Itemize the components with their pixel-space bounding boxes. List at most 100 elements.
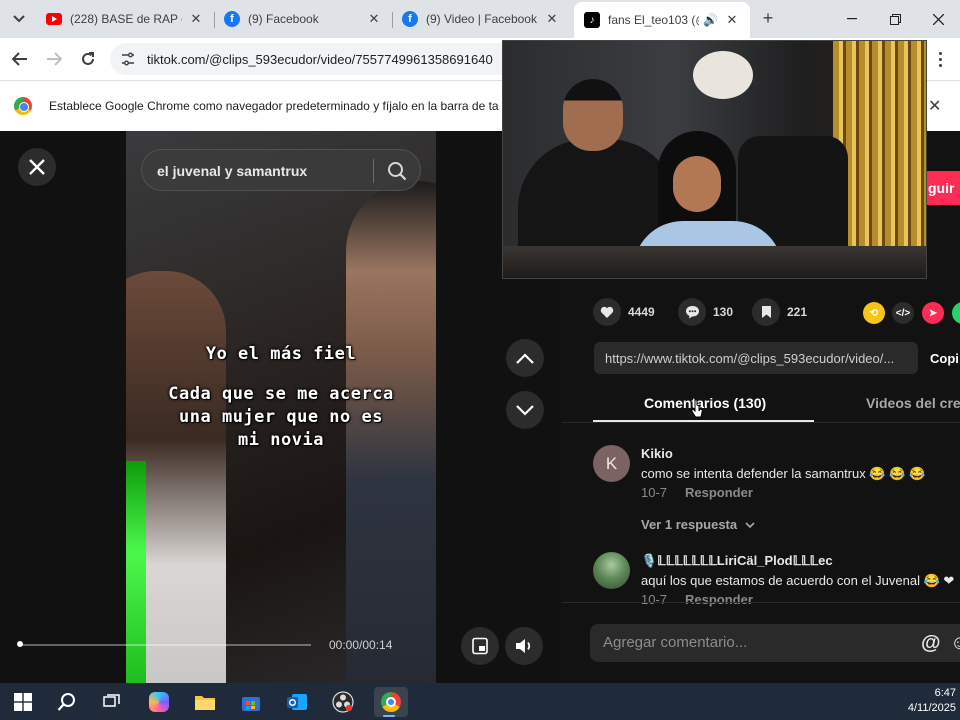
emoji-icon[interactable]: ☺	[950, 632, 960, 655]
obs-icon	[332, 691, 354, 713]
close-tab-icon[interactable]: ✕	[724, 12, 740, 28]
comment-username[interactable]: Kikio	[641, 446, 673, 461]
youtube-icon	[46, 13, 62, 25]
restore-icon	[889, 13, 901, 25]
bookmark-icon[interactable]	[752, 298, 780, 326]
embed-icon[interactable]: </>	[892, 302, 914, 324]
floating-player-button[interactable]	[461, 627, 499, 665]
reload-button[interactable]	[76, 47, 100, 71]
avatar[interactable]	[593, 552, 630, 589]
chrome-icon	[381, 692, 401, 712]
tab-youtube[interactable]: (228) BASE de RAP con ✕	[36, 4, 214, 34]
comment-date: 10-7	[641, 485, 668, 500]
tab-comments[interactable]: Comentarios (130)	[644, 395, 766, 411]
close-icon	[932, 13, 944, 25]
task-view-button[interactable]	[97, 687, 127, 717]
outlook-icon	[287, 694, 307, 710]
tab-creator-videos[interactable]: Videos del crea	[866, 395, 960, 411]
video-player-area[interactable]: Yo el más fiel Cada que se me acerca una…	[0, 131, 562, 683]
close-tab-icon[interactable]: ✕	[188, 11, 204, 27]
comment-username[interactable]: 🎙️𝕃𝕃𝕃𝕃𝕃𝕃𝕃LiriCäl_Plod𝕃𝕃𝕃ec	[641, 553, 833, 569]
copy-link-button[interactable]: Copi	[930, 351, 959, 366]
start-button[interactable]	[8, 687, 38, 717]
video-light-flash	[126, 461, 146, 683]
previous-video-button[interactable]	[506, 339, 544, 377]
follow-button[interactable]: guir	[924, 171, 960, 205]
system-clock[interactable]: 6:47 4/11/2025	[890, 686, 956, 716]
video-link-text: https://www.tiktok.com/@clips_593ecudor/…	[605, 351, 895, 366]
tab-facebook[interactable]: f (9) Facebook ✕	[214, 4, 392, 34]
search-icon	[57, 693, 75, 711]
tab-facebook-video[interactable]: f (9) Video | Facebook ✕	[392, 4, 570, 34]
copilot-icon	[149, 692, 169, 712]
clock-date: 4/11/2025	[907, 702, 956, 714]
chevron-down-icon	[745, 522, 755, 529]
heart-icon[interactable]	[593, 298, 621, 326]
video-progress-handle[interactable]	[17, 641, 23, 647]
video-caption-line: Cada que se me acerca	[168, 384, 394, 404]
browser-menu-button[interactable]	[928, 47, 952, 71]
comment-count: 130	[713, 305, 734, 319]
restore-button[interactable]	[873, 0, 917, 38]
reply-button[interactable]: Responder	[685, 592, 753, 607]
outlook-button[interactable]	[282, 687, 312, 717]
comment-text: aquí los que estamos de acuerdo con el J…	[641, 573, 955, 588]
view-replies-button[interactable]: Ver 1 respuesta	[641, 517, 755, 532]
close-tab-icon[interactable]: ✕	[544, 11, 560, 27]
pip-lamp	[693, 51, 753, 99]
video-link-box[interactable]: https://www.tiktok.com/@clips_593ecudor/…	[594, 342, 918, 374]
windows-logo-icon	[14, 693, 32, 711]
tab-search-button[interactable]	[6, 6, 32, 32]
repost-icon[interactable]: ⟲	[863, 302, 885, 324]
close-icon	[29, 159, 45, 175]
mention-icon[interactable]: @	[921, 632, 941, 655]
forward-button[interactable]	[42, 47, 66, 71]
site-settings-icon[interactable]	[120, 51, 136, 67]
close-tab-icon[interactable]: ✕	[366, 11, 382, 27]
minimize-button[interactable]	[830, 0, 874, 38]
tab-tiktok[interactable]: ♪ fans El_teo103 (@c 🔊 ✕	[574, 2, 750, 38]
volume-button[interactable]	[505, 627, 543, 665]
chrome-taskbar-button[interactable]	[374, 687, 408, 717]
video-caption-title: Yo el más fiel	[205, 344, 357, 364]
infobar-close-icon[interactable]: ✕	[928, 96, 941, 116]
file-explorer-button[interactable]	[190, 687, 220, 717]
close-video-button[interactable]	[18, 148, 56, 186]
search-divider	[373, 159, 374, 183]
search-input[interactable]: el juvenal y samantrux	[157, 163, 307, 179]
facebook-icon: f	[402, 11, 418, 27]
search-bar[interactable]: el juvenal y samantrux	[141, 149, 421, 191]
close-window-button[interactable]	[916, 0, 960, 38]
comment-input[interactable]: Agregar comentario...	[590, 624, 960, 662]
video-progress-bar[interactable]	[19, 644, 311, 646]
picture-in-picture-window[interactable]	[502, 40, 927, 279]
back-arrow-icon	[12, 52, 27, 66]
back-button[interactable]	[8, 47, 32, 71]
avatar[interactable]: K	[593, 445, 630, 482]
windows-taskbar: 6:47 4/11/2025	[0, 683, 960, 720]
like-stat[interactable]: 4449	[593, 298, 655, 326]
comment-date: 10-7	[641, 592, 668, 607]
browser-tab-strip: (228) BASE de RAP con ✕ f (9) Facebook ✕…	[0, 0, 960, 38]
save-stat[interactable]: 221	[752, 298, 807, 326]
comment-icon[interactable]	[678, 298, 706, 326]
comment-box-divider	[562, 602, 960, 603]
infobar-message: Establece Google Chrome como navegador p…	[49, 99, 499, 113]
next-video-button[interactable]	[506, 391, 544, 429]
video-frame[interactable]: Yo el más fiel Cada que se me acerca una…	[126, 131, 436, 683]
search-icon[interactable]	[386, 160, 408, 182]
store-button[interactable]	[236, 687, 266, 717]
audio-playing-icon[interactable]: 🔊	[703, 13, 718, 27]
send-icon[interactable]: ➤	[922, 302, 944, 324]
comment-text: como se intenta defender la samantrux 😂 …	[641, 466, 926, 481]
taskbar-search-button[interactable]	[52, 687, 82, 717]
new-tab-button[interactable]: +	[758, 8, 778, 28]
url-text: tiktok.com/@clips_593ecudor/video/755774…	[147, 52, 493, 67]
reply-button[interactable]: Responder	[685, 485, 753, 500]
comment-stat[interactable]: 130	[678, 298, 734, 326]
task-view-icon	[103, 694, 120, 707]
copilot-button[interactable]	[144, 687, 174, 717]
obs-button[interactable]	[328, 687, 358, 717]
minimize-icon	[847, 18, 857, 20]
tab-title: fans El_teo103 (@c	[608, 13, 699, 27]
